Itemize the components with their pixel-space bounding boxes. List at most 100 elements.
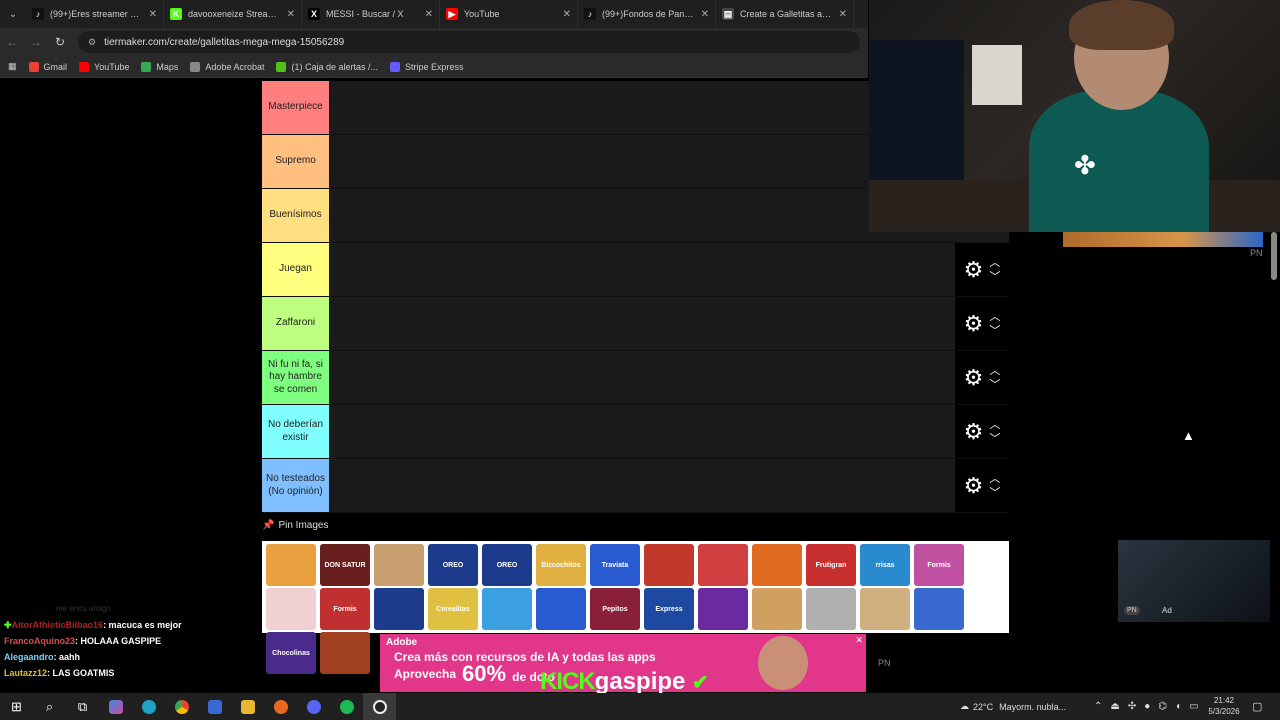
chat-username[interactable]: Lautazz12 xyxy=(4,668,47,678)
cookie-product-image[interactable]: Cerealitas xyxy=(428,588,478,630)
browser-tab[interactable]: ♪ (99+)Eres streamer y deja ✕ xyxy=(26,0,164,28)
start-icon[interactable]: ⊞ xyxy=(0,693,33,720)
reload-icon[interactable]: ↻ xyxy=(48,35,72,49)
tray-network-icon[interactable]: ⌬ xyxy=(1158,701,1167,712)
tier-label[interactable]: Juegan xyxy=(262,243,329,296)
browser-tab[interactable]: ♪ (99+)Fondos de Pantalla ✕ xyxy=(578,0,716,28)
site-info-icon[interactable]: ⚙ xyxy=(88,37,96,48)
close-tab-icon[interactable]: ✕ xyxy=(149,9,157,20)
cookie-product-image[interactable] xyxy=(698,544,748,586)
cookie-product-image[interactable]: OREO xyxy=(482,544,532,586)
cookie-product-image[interactable] xyxy=(806,588,856,630)
tier-label[interactable]: Masterpiece xyxy=(262,81,329,134)
cookie-product-image[interactable]: rrisas xyxy=(860,544,910,586)
store-icon[interactable] xyxy=(198,693,231,720)
cookie-product-image[interactable] xyxy=(374,544,424,586)
tier-label[interactable]: Supremo xyxy=(262,135,329,188)
forward-icon[interactable]: → xyxy=(24,35,48,49)
bookmark-item[interactable]: Gmail xyxy=(28,61,67,72)
move-tier-up-icon[interactable]: ︿ xyxy=(989,418,1000,432)
edge-icon[interactable] xyxy=(132,693,165,720)
tier-drop-zone[interactable] xyxy=(329,297,955,350)
close-tab-icon[interactable]: ✕ xyxy=(563,9,571,20)
url-field[interactable]: ⚙ tiermaker.com/create/galletitas-mega-m… xyxy=(78,31,860,53)
discord-icon[interactable] xyxy=(297,693,330,720)
chrome-icon[interactable] xyxy=(165,693,198,720)
cookie-product-image[interactable]: Bizcochitos xyxy=(536,544,586,586)
cookie-product-image[interactable] xyxy=(266,544,316,586)
bookmark-item[interactable]: (1) Caja de alertas /... xyxy=(276,61,378,72)
page-scrollbar[interactable] xyxy=(1271,232,1277,280)
tier-drop-zone[interactable] xyxy=(329,405,955,458)
weather-widget[interactable]: ☁ 22°C Mayorm. nubla... xyxy=(960,693,1066,720)
bookmark-item[interactable]: YouTube xyxy=(79,61,129,72)
cookie-product-image[interactable]: Traviata xyxy=(590,544,640,586)
file-explorer-icon[interactable] xyxy=(231,693,264,720)
tier-drop-zone[interactable] xyxy=(329,459,955,512)
tier-settings-gear-icon[interactable]: ⚙ xyxy=(964,311,984,337)
move-tier-down-icon[interactable]: ﹀ xyxy=(989,324,1000,338)
move-tier-down-icon[interactable]: ﹀ xyxy=(989,378,1000,392)
notifications-icon[interactable]: ▢ xyxy=(1252,700,1262,713)
tier-label[interactable]: Buenísimos xyxy=(262,189,329,242)
chat-username[interactable]: Alegaandro xyxy=(4,652,54,662)
cookie-product-image[interactable]: Formis xyxy=(914,544,964,586)
back-icon[interactable]: ← xyxy=(0,35,24,49)
tier-label[interactable]: Zaffaroni xyxy=(262,297,329,350)
cookie-product-image[interactable] xyxy=(752,544,802,586)
move-tier-up-icon[interactable]: ︿ xyxy=(989,256,1000,270)
bookmark-item[interactable]: Stripe Express xyxy=(390,61,464,72)
tab-search-icon[interactable]: ⌄ xyxy=(0,9,26,20)
tray-app-icon[interactable]: ✣ xyxy=(1128,701,1136,712)
browser-tab[interactable]: ▤ Create a Galletitas argent ✕ xyxy=(716,0,854,28)
cookie-product-image[interactable] xyxy=(644,544,694,586)
taskbar-clock[interactable]: 21:42 5/3/2026 xyxy=(1202,695,1246,717)
chat-username[interactable]: AitorAthleticBilbao16 xyxy=(12,620,104,630)
tray-chevron-icon[interactable]: ⌃ xyxy=(1094,701,1102,712)
tier-settings-gear-icon[interactable]: ⚙ xyxy=(964,419,984,445)
cookie-product-image[interactable] xyxy=(536,588,586,630)
cookie-product-image[interactable]: OREO xyxy=(428,544,478,586)
bookmark-item[interactable]: Adobe Acrobat xyxy=(190,61,264,72)
tier-settings-gear-icon[interactable]: ⚙ xyxy=(964,365,984,391)
tier-label[interactable]: Ni fu ni fa, si hay hambre se comen xyxy=(262,351,329,404)
cookie-product-image[interactable]: Pepitos xyxy=(590,588,640,630)
tier-settings-gear-icon[interactable]: ⚙ xyxy=(964,257,984,283)
browser-tab[interactable]: Kdavooxeneize Stream - W ✕ xyxy=(164,0,302,28)
close-tab-icon[interactable]: ✕ xyxy=(839,9,847,20)
move-tier-down-icon[interactable]: ﹀ xyxy=(989,486,1000,500)
cookie-product-image[interactable] xyxy=(914,588,964,630)
tier-drop-zone[interactable] xyxy=(329,243,955,296)
bookmark-item[interactable]: Maps xyxy=(141,61,178,72)
copilot-icon[interactable] xyxy=(99,693,132,720)
firefox-icon[interactable] xyxy=(264,693,297,720)
tier-label[interactable]: No testeados (No opinión) xyxy=(262,459,329,512)
move-tier-down-icon[interactable]: ﹀ xyxy=(989,270,1000,284)
browser-tab[interactable]: ▶ YouTube ✕ xyxy=(440,0,578,28)
tray-display-icon[interactable]: ▭ xyxy=(1189,701,1198,712)
cookie-product-image[interactable]: Frutigran xyxy=(806,544,856,586)
cookie-product-image[interactable] xyxy=(698,588,748,630)
ad-close-icon[interactable]: ✕ xyxy=(855,635,863,646)
cookie-product-image[interactable]: DON SATUR xyxy=(320,544,370,586)
cookie-product-image[interactable] xyxy=(860,588,910,630)
tray-usb-icon[interactable]: ⏏ xyxy=(1110,701,1119,712)
cookie-product-image[interactable] xyxy=(482,588,532,630)
cookie-product-image[interactable]: Express xyxy=(644,588,694,630)
browser-tab[interactable]: X MESSI - Buscar / X ✕ xyxy=(302,0,440,28)
close-tab-icon[interactable]: ✕ xyxy=(701,9,709,20)
move-tier-up-icon[interactable]: ︿ xyxy=(989,472,1000,486)
tier-drop-zone[interactable] xyxy=(329,351,955,404)
close-tab-icon[interactable]: ✕ xyxy=(287,9,295,20)
close-tab-icon[interactable]: ✕ xyxy=(425,9,433,20)
move-tier-up-icon[interactable]: ︿ xyxy=(989,364,1000,378)
search-icon[interactable]: ⌕ xyxy=(33,693,66,720)
tray-mic-icon[interactable]: ● xyxy=(1144,701,1150,712)
tier-label[interactable]: No deberían existir xyxy=(262,405,329,458)
small-ad-video[interactable]: PN Ad xyxy=(1118,540,1270,622)
move-tier-down-icon[interactable]: ﹀ xyxy=(989,432,1000,446)
apps-icon[interactable]: ▦ xyxy=(8,61,17,72)
obs-icon[interactable] xyxy=(363,693,396,720)
chat-username[interactable]: FrancoAquino23 xyxy=(4,636,75,646)
spotify-icon[interactable] xyxy=(330,693,363,720)
